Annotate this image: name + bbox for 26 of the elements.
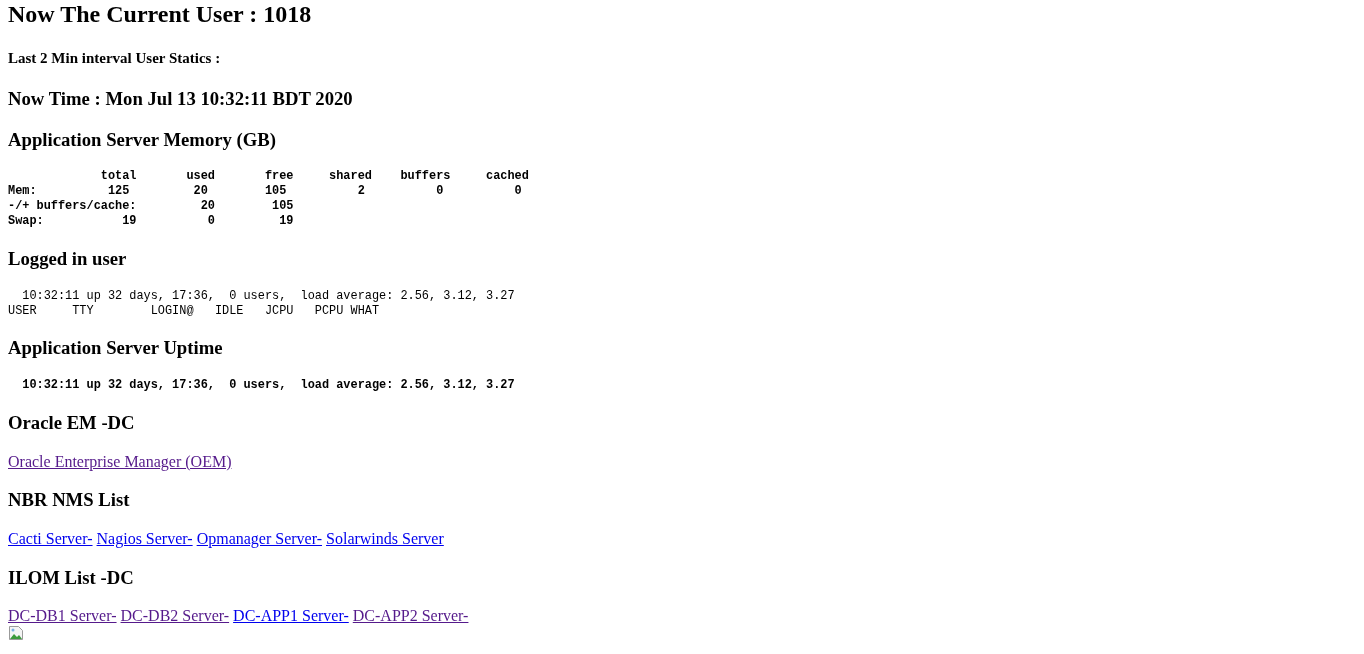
link[interactable]: DC-APP2 Server- [352,607,469,625]
link[interactable]: DC-DB2 Server- [120,607,230,625]
console-output-line: total used free shared buffers cached [99,169,529,185]
link[interactable]: DC-DB1 Server- [8,607,117,625]
console-output-line: Swap: 19 0 19 [8,214,294,230]
link[interactable]: Nagios Server- [96,529,193,547]
link[interactable]: DC-APP1 Server- [233,607,349,625]
console-output-line: Mem: 125 20 105 2 0 0 [8,184,522,200]
section-heading: Oracle EM -DC [8,411,136,434]
section-heading: ILOM List -DC [8,566,135,589]
link[interactable]: Oracle Enterprise Manager (OEM) [8,452,232,470]
section-heading: NBR NMS List [8,489,131,512]
console-output-line: USER TTY LOGIN@ IDLE JCPU PCPU WHAT [8,303,380,319]
link[interactable]: Opmanager Server- [196,529,323,547]
console-output-line: -/+ buffers/cache: 20 105 [8,199,294,215]
console-output-line: 10:32:11 up 32 days, 17:36, 0 users, load average: 2.56, 3.12, 3.27 [21,378,515,394]
subheading: Last 2 Min interval User Statics : [8,49,222,67]
broken-image-icon [8,625,24,642]
page-title: Now The Current User : 1018 [8,0,313,28]
section-heading: Logged in user [8,248,128,271]
console-output-line: 10:32:11 up 32 days, 17:36, 0 users, load average: 2.56, 3.12, 3.27 [21,288,515,304]
link[interactable]: Solarwinds Server [326,529,444,547]
section-heading: Application Server Memory (GB) [8,128,277,151]
section-heading: Application Server Uptime [8,337,224,360]
link[interactable]: Cacti Server- [8,529,93,547]
section-heading: Now Time : Mon Jul 13 10:32:11 BDT 2020 [8,88,354,110]
